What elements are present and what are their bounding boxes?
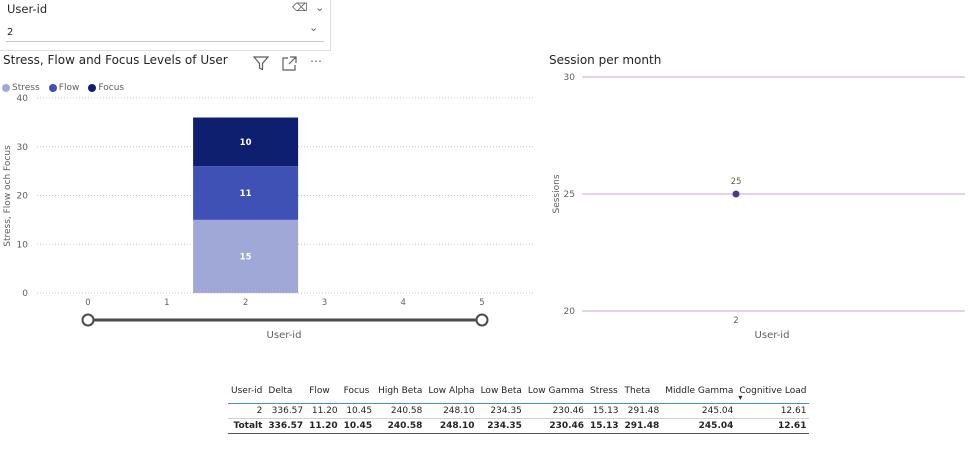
table-cell: 10.45 — [340, 403, 376, 419]
column-header[interactable]: Low Alpha — [425, 384, 477, 404]
session-x-axis-title: User-id — [755, 330, 790, 341]
y-tick-label: 0 — [22, 289, 28, 299]
slicer-underline — [6, 41, 324, 42]
slicer-title: User-id — [7, 2, 48, 16]
x-tick-label: 0 — [85, 298, 90, 308]
table-cell: 234.35 — [477, 403, 525, 419]
column-header[interactable]: High Beta — [375, 384, 425, 404]
table-cell: 12.61 — [736, 403, 810, 419]
filter-icon[interactable] — [252, 56, 270, 75]
data-label-stress: 15 — [240, 252, 252, 262]
total-cell: 245.04 — [662, 418, 737, 434]
data-label-focus: 10 — [240, 138, 252, 148]
table-row[interactable]: 2 336.57 11.20 10.45 240.58 248.10 234.35 230.4… — [228, 403, 810, 419]
total-cell: 234.35 — [477, 418, 525, 434]
total-cell: 291.48 — [621, 418, 663, 434]
column-header[interactable]: Cognitive Load ▾ — [736, 384, 809, 404]
total-cell: 240.58 — [375, 418, 426, 434]
total-cell: 15.13 — [587, 418, 622, 434]
x-tick-label: 1 — [164, 298, 169, 308]
y-tick-label: 20 — [564, 307, 576, 317]
session-chart-title: Session per month — [549, 53, 662, 67]
table-cell: 248.10 — [425, 403, 478, 419]
column-header[interactable]: Low Gamma — [525, 384, 587, 404]
table-cell: 230.46 — [524, 403, 588, 419]
sort-desc-icon: ▾ — [738, 393, 743, 402]
total-cell: 230.46 — [524, 418, 588, 434]
column-header[interactable]: User-id — [228, 384, 265, 404]
total-cell: 12.61 — [736, 418, 810, 434]
session-scatter-chart: 20 25 30 25 Sessions User-id 2 — [552, 73, 965, 341]
x-tick-label: 2 — [243, 298, 248, 308]
x-tick-label: 4 — [400, 298, 405, 308]
total-row: Totalt 336.57 11.20 10.45 240.58 248.10 234.35… — [228, 418, 810, 434]
table-cell: 11.20 — [306, 403, 341, 419]
column-header[interactable]: Flow — [306, 384, 340, 404]
data-point — [732, 190, 740, 198]
column-header[interactable]: Theta — [622, 384, 663, 404]
x-tick-label: 5 — [479, 298, 484, 308]
slicer-icons: ⌫ ⌄ — [292, 1, 324, 14]
focus-mode-icon[interactable] — [282, 56, 297, 75]
y-tick-label: 25 — [564, 190, 575, 200]
total-cell: 248.10 — [425, 418, 478, 434]
stacked-bar-chart: 0 10 20 30 40 0 1 2 3 4 5 15 11 10 Stress, Flow och… — [3, 94, 535, 341]
table-cell: 245.04 — [662, 403, 737, 419]
visual-toolbar: ⋯ — [252, 55, 322, 75]
column-header[interactable]: Stress — [587, 384, 621, 404]
table-header-row: User-id Delta Flow Focus High Beta Low Alpha L… — [228, 384, 809, 404]
stacked-chart-title: Stress, Flow and Focus Levels of User — [3, 53, 228, 67]
user-id-slicer[interactable]: User-id ⌫ ⌄ 2 ⌄ — [0, 0, 331, 51]
y-tick-label: 10 — [17, 240, 29, 250]
total-cell: 10.45 — [340, 418, 376, 434]
total-cell: 336.57 — [265, 418, 307, 434]
column-header[interactable]: Low Beta — [478, 384, 525, 404]
chevron-down-icon[interactable]: ⌄ — [315, 1, 324, 14]
more-options-icon[interactable]: ⋯ — [310, 55, 322, 75]
dropdown-chevron-icon[interactable]: ⌄ — [309, 21, 318, 34]
x-tick-label: 3 — [322, 298, 327, 308]
y-axis-title: Stress, Flow och Focus — [3, 145, 13, 247]
y-tick-label: 30 — [564, 73, 576, 83]
session-x-tick: 2 — [733, 316, 738, 326]
table-cell: 2 — [228, 403, 266, 419]
x-axis-title: User-id — [267, 330, 302, 341]
sessions-axis-title: Sessions — [552, 174, 562, 213]
y-tick-label: 20 — [17, 192, 29, 202]
slicer-selected-value[interactable]: 2 — [7, 27, 13, 38]
y-tick-label: 40 — [17, 94, 29, 104]
table-cell: 15.13 — [587, 403, 622, 419]
table-cell: 240.58 — [375, 403, 426, 419]
column-header[interactable]: Delta — [265, 384, 306, 404]
table-cell: 291.48 — [621, 403, 663, 419]
data-label: 25 — [731, 177, 742, 187]
data-label-flow: 11 — [240, 189, 252, 199]
y-tick-label: 30 — [17, 143, 29, 153]
metrics-table: User-id Delta Flow Focus High Beta Low Alpha L… — [228, 384, 810, 434]
total-cell: 11.20 — [306, 418, 341, 434]
table-cell: 336.57 — [265, 403, 307, 419]
range-slider-start-handle[interactable] — [81, 313, 95, 327]
eraser-icon[interactable]: ⌫ — [292, 1, 308, 14]
total-cell: Totalt — [228, 418, 266, 434]
column-header[interactable]: Middle Gamma — [662, 384, 736, 404]
range-slider-end-handle[interactable] — [475, 313, 489, 327]
column-header[interactable]: Focus — [341, 384, 375, 404]
